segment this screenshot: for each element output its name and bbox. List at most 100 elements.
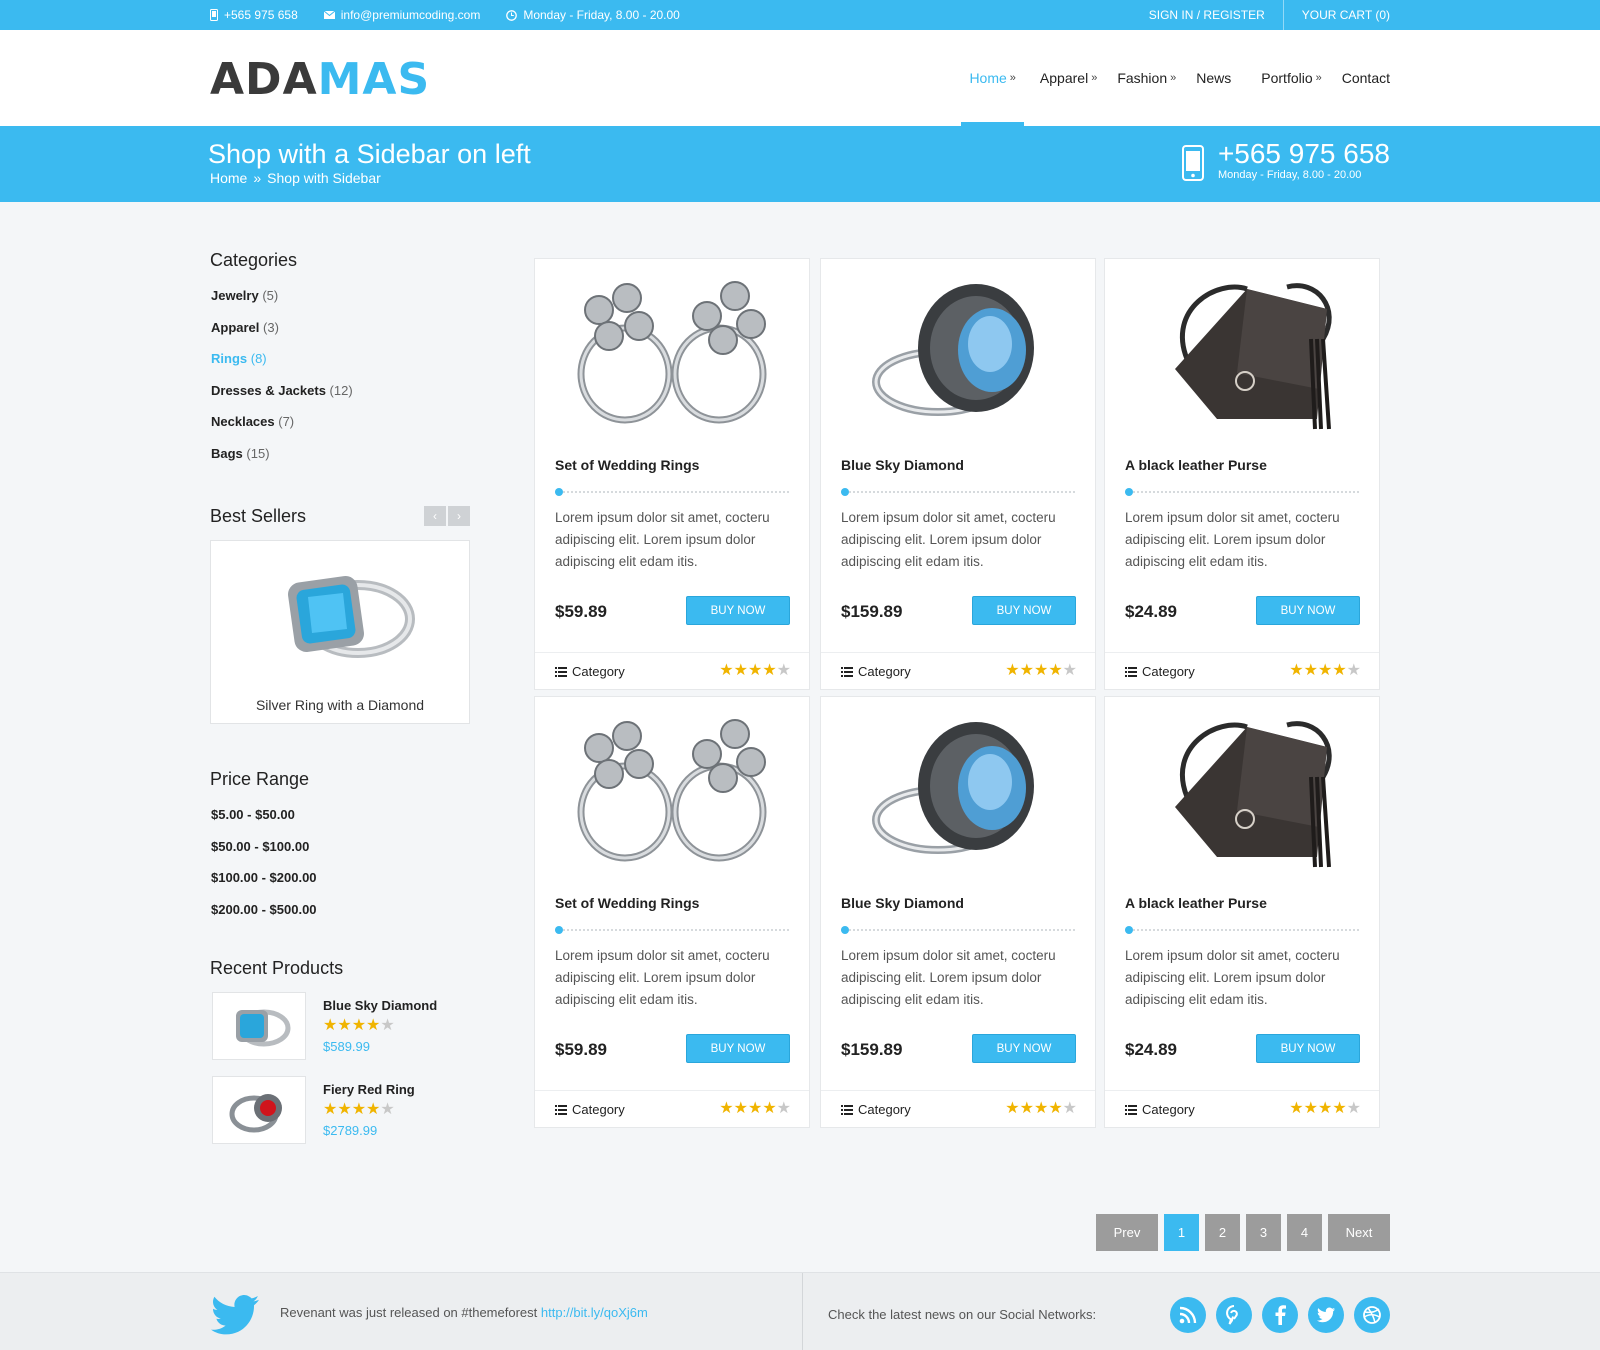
product-category[interactable]: Category — [1125, 664, 1195, 679]
pinterest-icon[interactable] — [1216, 1297, 1252, 1333]
buy-now-button[interactable]: BUY NOW — [1256, 596, 1360, 625]
product-card[interactable]: A black leather Purse Lorem ipsum dolor s… — [1104, 258, 1380, 690]
star-icon: ★ — [366, 1101, 381, 1118]
product-category[interactable]: Category — [555, 1102, 625, 1117]
recent-product-item[interactable]: Blue Sky Diamond ★★★★★ $589.99 — [212, 992, 470, 1076]
star-icon: ★ — [747, 1100, 763, 1117]
recent-product-thumb[interactable] — [212, 1076, 306, 1144]
diamond-ring-image — [288, 576, 415, 658]
nav-apparel[interactable]: Apparel» — [1016, 30, 1097, 126]
twitter-icon[interactable] — [1308, 1297, 1344, 1333]
logo-part1: ADA — [210, 54, 318, 105]
nav-contact[interactable]: Contact — [1322, 30, 1390, 126]
star-icon: ★ — [1019, 1100, 1034, 1117]
star-empty-icon: ★ — [1062, 662, 1077, 679]
product-card[interactable]: Set of Wedding Rings Lorem ipsum dolor si… — [534, 696, 810, 1128]
star-icon: ★ — [1303, 662, 1318, 679]
product-title[interactable]: Blue Sky Diamond — [841, 895, 964, 911]
buy-now-button[interactable]: BUY NOW — [1256, 1034, 1360, 1063]
buy-now-button[interactable]: BUY NOW — [686, 596, 790, 625]
cart-link[interactable]: YOUR CART (0) — [1282, 0, 1390, 30]
nav-contact-label: Contact — [1341, 70, 1390, 86]
product-card[interactable]: Blue Sky Diamond Lorem ipsum dolor sit am… — [820, 258, 1096, 690]
chevron-left-icon[interactable]: ‹ — [424, 506, 446, 526]
list-icon — [1125, 666, 1137, 677]
page-1-button[interactable]: 1 — [1164, 1214, 1199, 1251]
product-title[interactable]: A black leather Purse — [1125, 895, 1267, 911]
product-image[interactable] — [1105, 697, 1379, 887]
category-item-active[interactable]: Rings (8) — [211, 343, 461, 375]
product-category[interactable]: Category — [555, 664, 625, 679]
top-email-text[interactable]: info@premiumcoding.com — [341, 8, 481, 22]
product-image[interactable] — [821, 259, 1095, 449]
tweet-link[interactable]: http://bit.ly/qoXj6m — [541, 1305, 648, 1320]
product-card[interactable]: Blue Sky Diamond Lorem ipsum dolor sit am… — [820, 696, 1096, 1128]
product-image[interactable] — [535, 697, 809, 887]
recent-product-name[interactable]: Blue Sky Diamond — [323, 998, 437, 1013]
page-3-button[interactable]: 3 — [1246, 1214, 1281, 1251]
nav-fashion[interactable]: Fashion» — [1097, 30, 1176, 126]
rings-icon — [547, 712, 797, 872]
product-image[interactable] — [535, 259, 809, 449]
breadcrumb: Home » Shop with Sidebar — [210, 170, 387, 186]
nav-home[interactable]: Home» — [949, 30, 1025, 126]
buy-now-button[interactable]: BUY NOW — [972, 596, 1076, 625]
rating-stars: ★★★★★ — [719, 662, 791, 680]
product-card[interactable]: A black leather Purse Lorem ipsum dolor s… — [1104, 696, 1380, 1128]
logo[interactable]: ADAMAS — [210, 58, 430, 102]
footer-divider — [802, 1273, 803, 1350]
price-range-item[interactable]: $5.00 - $50.00 — [211, 799, 461, 831]
category-name: Jewelry — [211, 288, 259, 303]
rating-stars: ★★★★★ — [323, 1017, 437, 1035]
product-image[interactable] — [821, 697, 1095, 887]
next-page-button[interactable]: Next — [1328, 1214, 1390, 1251]
page-2-button[interactable]: 2 — [1205, 1214, 1240, 1251]
product-image[interactable] — [1105, 259, 1379, 449]
dotted-divider — [555, 926, 789, 934]
best-seller-card[interactable]: Silver Ring with a Diamond — [210, 540, 470, 724]
nav-news[interactable]: News — [1176, 30, 1231, 126]
price-range-item[interactable]: $200.00 - $500.00 — [211, 894, 461, 926]
recent-product-thumb[interactable] — [212, 992, 306, 1060]
product-card[interactable]: Set of Wedding Rings Lorem ipsum dolor si… — [534, 258, 810, 690]
top-email[interactable]: info@premiumcoding.com — [323, 8, 481, 22]
product-description: Lorem ipsum dolor sit amet, cocteru adip… — [841, 948, 1056, 1007]
star-empty-icon: ★ — [1346, 1100, 1361, 1117]
product-category[interactable]: Category — [1125, 1102, 1195, 1117]
breadcrumb-home[interactable]: Home — [210, 170, 247, 186]
red-ring-icon — [229, 1094, 282, 1133]
dotted-divider — [1125, 926, 1359, 934]
star-icon: ★ — [1005, 1100, 1020, 1117]
chevron-right-icon[interactable]: › — [448, 506, 470, 526]
dribbble-icon[interactable] — [1354, 1297, 1390, 1333]
product-category[interactable]: Category — [841, 664, 911, 679]
category-item[interactable]: Necklaces (7) — [211, 406, 461, 438]
product-category[interactable]: Category — [841, 1102, 911, 1117]
main-content: Categories Jewelry (5) Apparel (3) Rings… — [0, 202, 1600, 1272]
nav-portfolio[interactable]: Portfolio» — [1231, 30, 1321, 126]
category-item[interactable]: Apparel (3) — [211, 312, 461, 344]
category-name: Dresses & Jackets — [211, 382, 326, 398]
product-title[interactable]: A black leather Purse — [1125, 457, 1267, 473]
buy-now-button[interactable]: BUY NOW — [972, 1034, 1076, 1063]
product-title[interactable]: Blue Sky Diamond — [841, 457, 964, 473]
recent-product-name[interactable]: Fiery Red Ring — [323, 1082, 415, 1097]
prev-page-button[interactable]: Prev — [1096, 1214, 1158, 1251]
star-icon: ★ — [762, 1100, 777, 1117]
facebook-icon[interactable] — [1262, 1297, 1298, 1333]
product-title[interactable]: Set of Wedding Rings — [555, 895, 699, 911]
rss-icon[interactable] — [1170, 1297, 1206, 1333]
buy-now-button[interactable]: BUY NOW — [686, 1034, 790, 1063]
sign-in-link[interactable]: SIGN IN / REGISTER — [1131, 0, 1283, 30]
page-4-button[interactable]: 4 — [1287, 1214, 1322, 1251]
recent-product-item[interactable]: Fiery Red Ring ★★★★★ $2789.99 — [212, 1076, 470, 1160]
price-range-item[interactable]: $100.00 - $200.00 — [211, 862, 461, 894]
category-item[interactable]: Jewelry (5) — [211, 280, 461, 312]
category-count: (3) — [263, 319, 279, 335]
category-item[interactable]: Bags (15) — [211, 438, 461, 470]
category-item[interactable]: Dresses & Jackets (12) — [211, 375, 461, 407]
price-range-item[interactable]: $50.00 - $100.00 — [211, 831, 461, 863]
rating-stars: ★★★★★ — [1289, 1100, 1361, 1118]
purse-icon — [1127, 707, 1357, 877]
product-title[interactable]: Set of Wedding Rings — [555, 457, 699, 473]
